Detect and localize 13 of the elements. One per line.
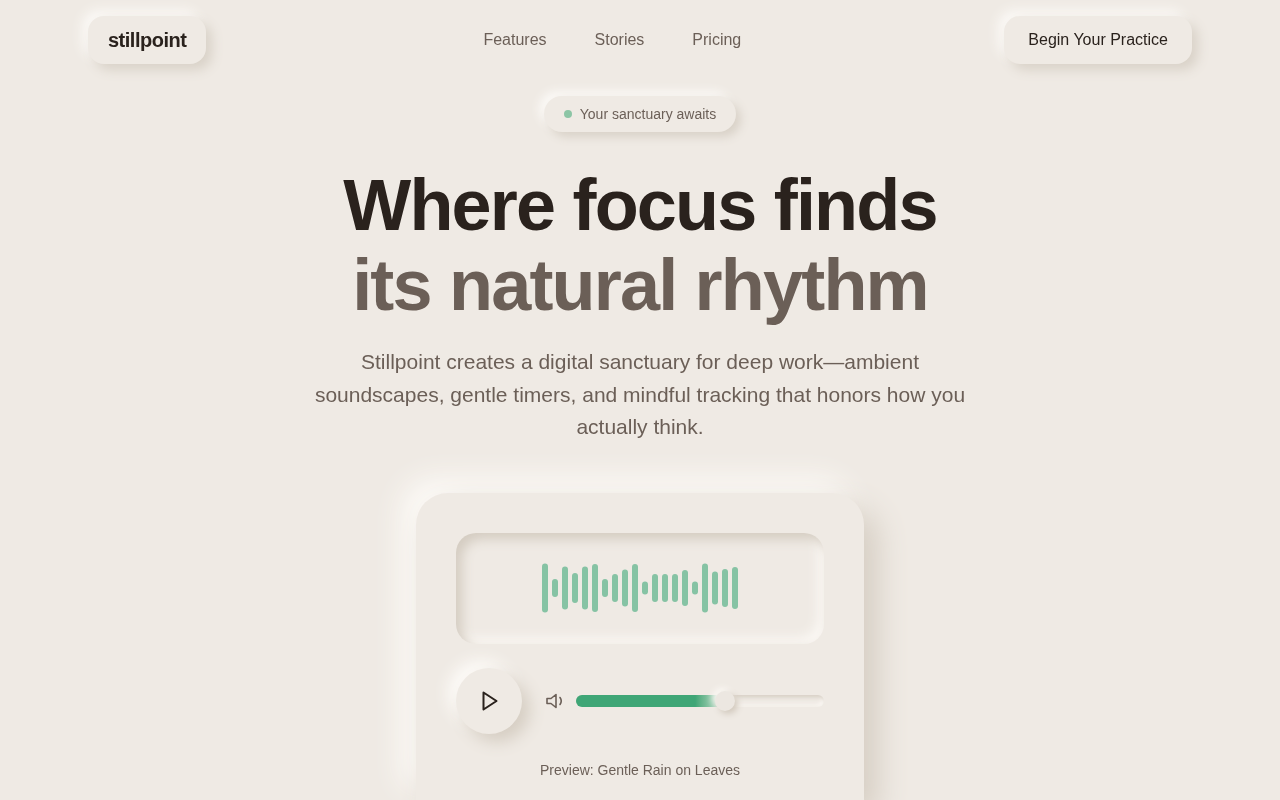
cta-button[interactable]: Begin Your Practice bbox=[1004, 16, 1192, 64]
nav-link[interactable]: Features bbox=[483, 28, 547, 52]
headline-accent: its natural rhythm bbox=[352, 245, 928, 325]
preview-caption: Preview: Gentle Rain on Leaves bbox=[539, 760, 741, 780]
play-icon bbox=[482, 690, 498, 711]
logo[interactable]: stillpoint bbox=[88, 16, 207, 64]
hero-description: Stillpoint creates a digital sanctuary for deep work—ambient soundscapes, gentle timers, and mindful tracking that honors how you actually think. bbox=[313, 349, 967, 440]
nav-link[interactable]: Pricing bbox=[692, 28, 742, 52]
volume-thumb[interactable] bbox=[714, 690, 735, 711]
badge-label: Your sanctuary awaits bbox=[579, 104, 717, 124]
headline: Where focus finds bbox=[343, 165, 937, 245]
volume-icon bbox=[546, 692, 564, 709]
nav-link[interactable]: Stories bbox=[594, 28, 645, 52]
